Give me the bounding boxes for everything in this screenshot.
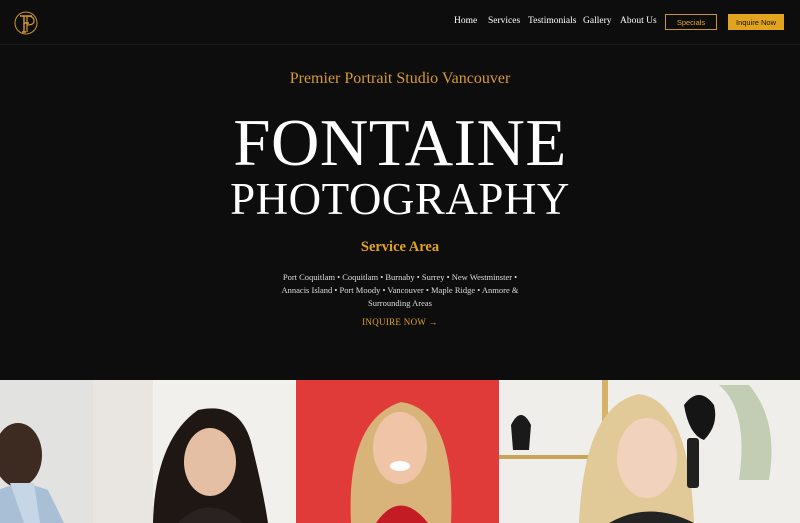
service-area-title: Service Area <box>360 239 440 255</box>
portrait-woman-phone-image <box>499 380 800 523</box>
hero-subtitle: Premier Portrait Studio Vancouver <box>289 70 511 87</box>
service-area-list: Port Coquitlam • Coquitlam • Burnaby • S… <box>281 272 519 308</box>
portrait-man-image <box>0 380 93 523</box>
site-header: Home Services Testimonials Gallery About… <box>0 0 800 45</box>
portrait-photo-4[interactable] <box>499 380 800 523</box>
portrait-gallery-strip <box>0 380 800 523</box>
fp-monogram-logo[interactable] <box>11 8 41 38</box>
nav-home[interactable]: Home <box>454 16 477 26</box>
inquire-now-link[interactable]: INQUIRE NOW → <box>0 317 800 327</box>
nav-testimonials[interactable]: Testimonials <box>528 16 576 26</box>
portrait-photo-2[interactable] <box>93 380 296 523</box>
portrait-photo-3[interactable] <box>296 380 499 523</box>
brand-name-line2: PHOTOGRAPHY <box>230 174 570 224</box>
portrait-woman-dark-hair-image <box>93 380 296 523</box>
portrait-woman-red-background-image <box>296 380 499 523</box>
portrait-photo-1[interactable] <box>0 380 93 523</box>
nav-about-us[interactable]: About Us <box>620 16 657 26</box>
nav-services[interactable]: Services <box>488 16 520 26</box>
specials-button[interactable]: Specials <box>665 14 717 30</box>
nav-gallery[interactable]: Gallery <box>583 16 612 26</box>
brand-name-line1: FONTAINE <box>233 106 567 180</box>
inquire-now-button[interactable]: Inquire Now <box>728 14 784 30</box>
